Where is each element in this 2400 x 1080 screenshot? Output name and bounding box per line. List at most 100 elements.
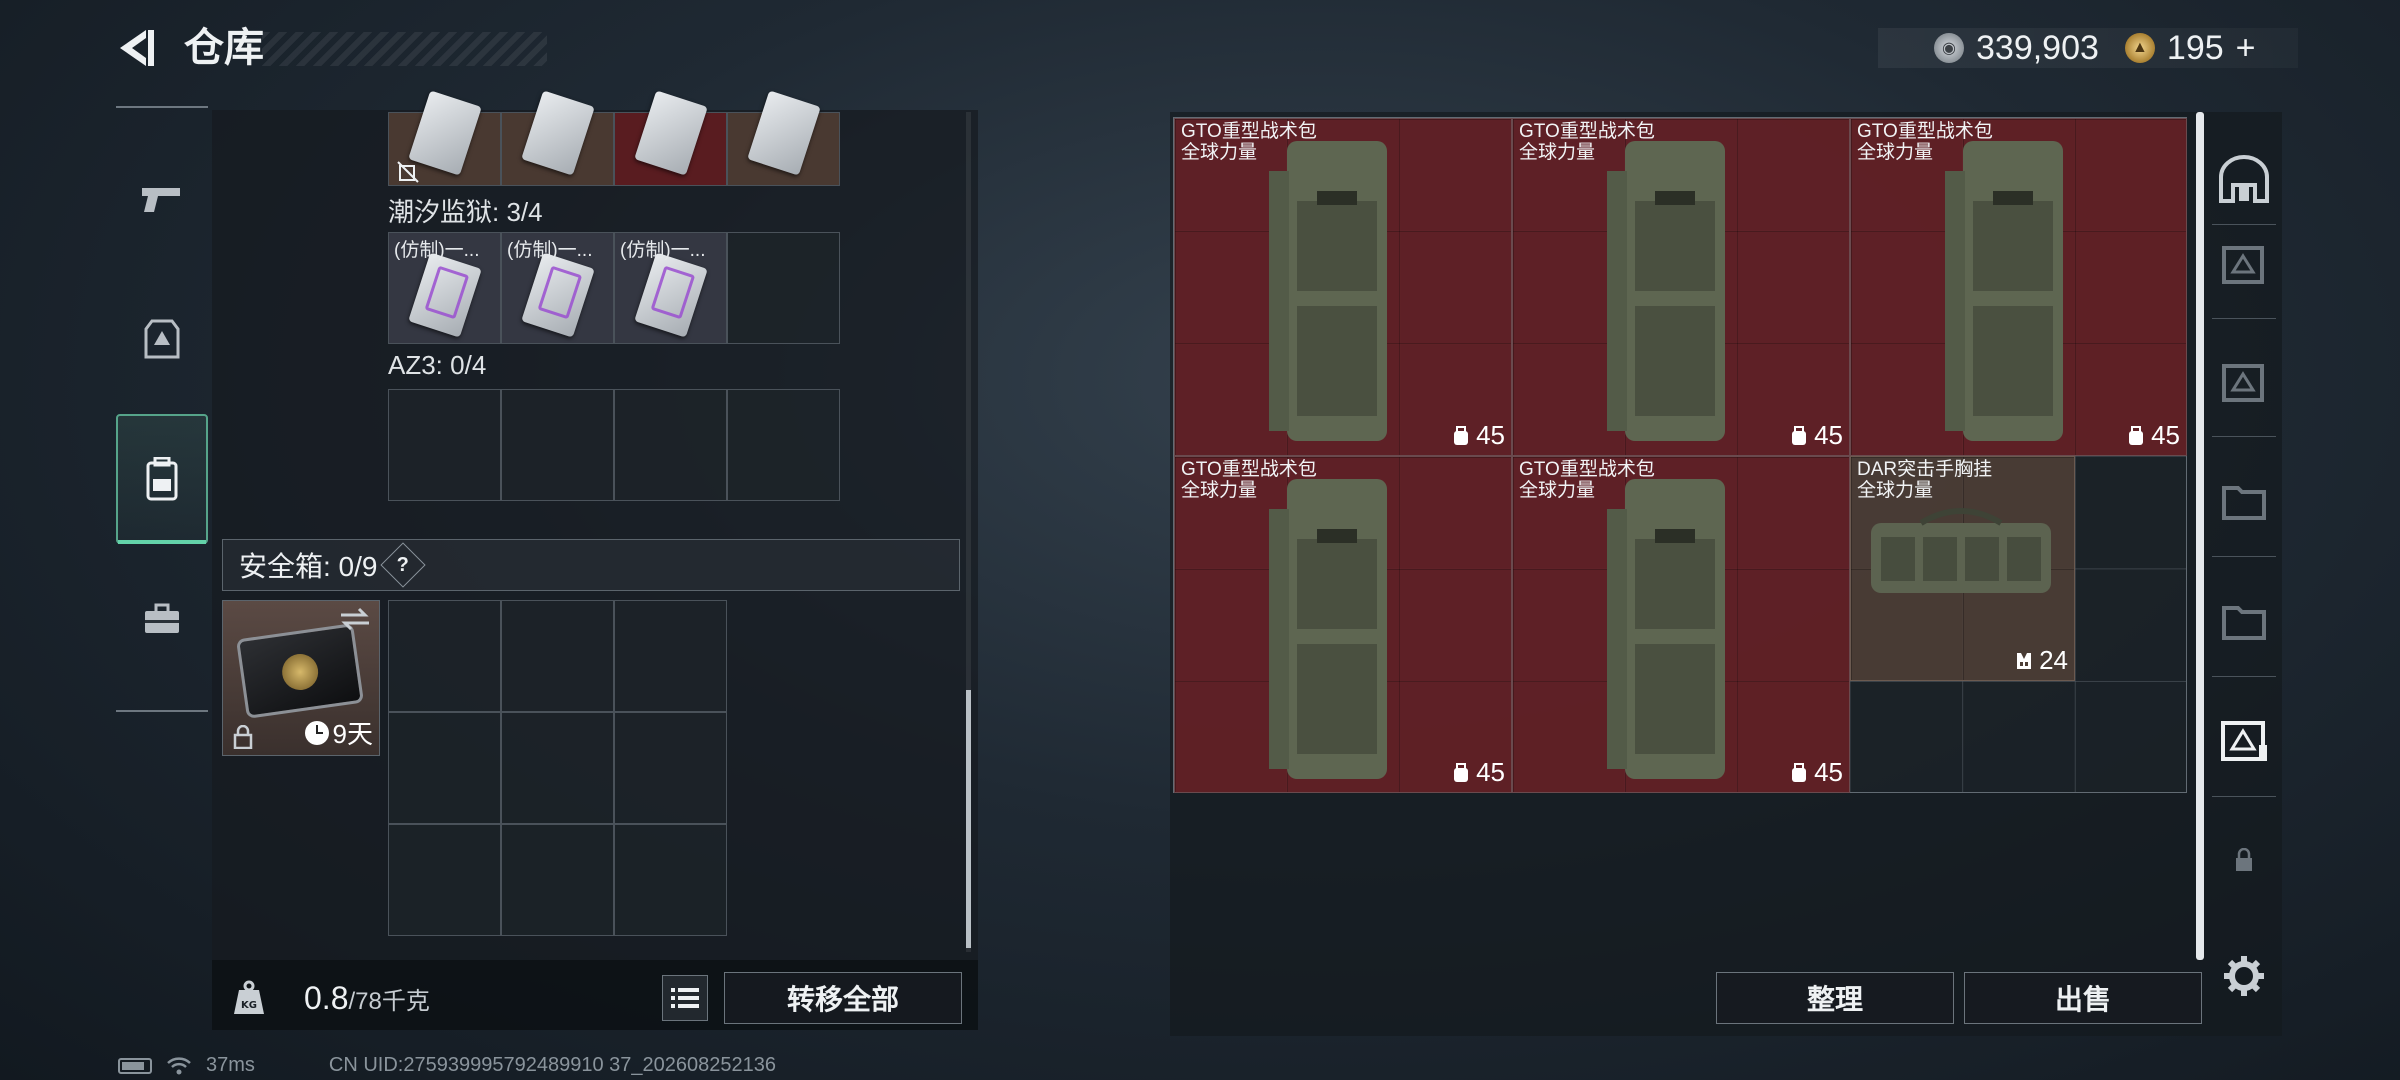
- capacity-stat: 45: [2127, 420, 2180, 451]
- item-slot[interactable]: (仿制)一...: [614, 232, 727, 344]
- stash-tab-4[interactable]: [2210, 586, 2278, 654]
- item-name: (仿制)一...: [507, 240, 593, 261]
- stash-tab-home[interactable]: [2210, 146, 2278, 214]
- weight-readout: 0.8/78千克: [304, 980, 430, 1017]
- backpack-image: [1269, 141, 1387, 441]
- lock-icon: [233, 725, 253, 749]
- safe-slot[interactable]: [614, 600, 727, 712]
- item-slot[interactable]: (仿制)一...: [388, 232, 501, 344]
- chest-rig-icon: [2017, 652, 2032, 669]
- empty-slot[interactable]: [727, 389, 840, 501]
- empty-slot[interactable]: [501, 389, 614, 501]
- item-name: (仿制)一...: [620, 240, 706, 261]
- safe-slot[interactable]: [501, 824, 614, 936]
- silver-coin-icon: ◉: [1934, 33, 1964, 63]
- keycard-icon: [746, 90, 821, 176]
- help-icon: ?: [397, 553, 410, 576]
- stash-tab-locked[interactable]: [2210, 826, 2278, 894]
- backpack-image: [1269, 479, 1387, 779]
- stash-scrollbar[interactable]: [2196, 112, 2204, 960]
- rig-stat: 24: [2015, 645, 2068, 676]
- category-backpacks[interactable]: [116, 414, 208, 544]
- back-button[interactable]: [112, 22, 162, 74]
- capacity-stat: 45: [1790, 420, 1843, 451]
- transfer-all-button[interactable]: 转移全部: [724, 972, 962, 1024]
- safe-slot[interactable]: [388, 712, 501, 824]
- battery-icon: [118, 1057, 152, 1074]
- briefcase-icon: [145, 603, 179, 633]
- equipment-scroll-thumb[interactable]: [966, 690, 971, 948]
- item-slot[interactable]: (仿制)一...: [501, 232, 614, 344]
- warehouse-icon: [2219, 155, 2269, 203]
- safe-slot[interactable]: [501, 600, 614, 712]
- item-label: GTO重型战术包 全球力量: [1181, 121, 1317, 163]
- safe-box-item[interactable]: 9天: [222, 600, 380, 756]
- clock-icon: [304, 720, 329, 745]
- stash-item[interactable]: DAR突击手胸挂 全球力量 24: [1850, 456, 2075, 681]
- organize-button[interactable]: 整理: [1716, 972, 1954, 1024]
- stash-item[interactable]: GTO重型战术包 全球力量 45: [1174, 118, 1512, 456]
- safe-slot[interactable]: [501, 712, 614, 824]
- empty-slot[interactable]: [614, 389, 727, 501]
- stash-item[interactable]: GTO重型战术包 全球力量 45: [1174, 456, 1512, 793]
- backpack-image: [1607, 141, 1725, 441]
- category-weapons[interactable]: [116, 134, 208, 264]
- backpack-icon: [146, 457, 178, 501]
- capacity-icon: [2129, 425, 2144, 445]
- weight-icon: KG: [232, 980, 266, 1016]
- stash-item[interactable]: GTO重型战术包 全球力量 45: [1512, 456, 1850, 793]
- stash-tab-2[interactable]: [2210, 346, 2278, 414]
- ping-text: 37ms: [206, 1054, 255, 1076]
- stash-tab-5-active[interactable]: [2210, 706, 2278, 774]
- status-bar: 37ms CN UID:275939995792489910 37_202608…: [118, 1054, 776, 1077]
- folder-icon: [2222, 486, 2266, 520]
- silver-amount: 339,903: [1976, 28, 2099, 67]
- stash-item[interactable]: GTO重型战术包 全球力量 45: [1850, 118, 2187, 456]
- safe-slot[interactable]: [614, 824, 727, 936]
- item-label: GTO重型战术包 全球力量: [1857, 121, 1993, 163]
- item-label: GTO重型战术包 全球力量: [1181, 459, 1317, 501]
- capacity-icon: [1454, 762, 1469, 782]
- empty-slot[interactable]: [388, 389, 501, 501]
- list-icon: [671, 988, 699, 1008]
- capacity-stat: 45: [1452, 757, 1505, 788]
- svg-text:KG: KG: [241, 1000, 257, 1011]
- stash-box-icon: [2221, 721, 2267, 761]
- section-label: AZ3: 0/4: [388, 350, 487, 380]
- weight-max: /78千克: [348, 988, 430, 1015]
- currency-display: ◉ 339,903 ▲ 195 +: [1878, 28, 2298, 68]
- sell-button[interactable]: 出售: [1964, 972, 2202, 1024]
- stash-item[interactable]: GTO重型战术包 全球力量 45: [1512, 118, 1850, 456]
- capacity-icon: [1454, 425, 1469, 445]
- capacity-stat: 45: [1790, 757, 1843, 788]
- category-armor[interactable]: [116, 274, 208, 404]
- item-name: (仿制)一...: [394, 240, 480, 261]
- armor-icon: [144, 319, 180, 359]
- add-gold-button[interactable]: +: [2236, 29, 2256, 68]
- list-view-button[interactable]: [662, 975, 708, 1021]
- category-cases[interactable]: [116, 554, 208, 684]
- stash-tab-3[interactable]: [2210, 466, 2278, 534]
- item-slot[interactable]: [501, 90, 614, 186]
- pistol-icon: [142, 188, 180, 212]
- gear-icon: [2224, 956, 2264, 996]
- stash-tab-1[interactable]: [2210, 228, 2278, 296]
- settings-button[interactable]: [2210, 942, 2278, 1010]
- item-slot[interactable]: [614, 90, 727, 186]
- no-transfer-icon: [397, 161, 419, 183]
- item-slot[interactable]: [388, 90, 501, 186]
- safe-box-label: 安全箱: 0/9: [239, 551, 378, 582]
- keycard-icon: [520, 90, 595, 176]
- safe-slot[interactable]: [614, 712, 727, 824]
- item-slot[interactable]: [727, 90, 840, 186]
- capacity-icon: [1792, 762, 1807, 782]
- safe-slot[interactable]: [388, 600, 501, 712]
- safe-slot[interactable]: [388, 824, 501, 936]
- empty-slot[interactable]: [727, 232, 840, 344]
- capacity-stat: 45: [1452, 420, 1505, 451]
- help-button[interactable]: ?: [380, 542, 427, 588]
- category-rail: [116, 106, 208, 712]
- chest-rig-image: [1871, 508, 2051, 593]
- page-title: 仓库: [184, 26, 264, 70]
- uid-text: CN UID:275939995792489910 37_20260825213…: [328, 1054, 776, 1076]
